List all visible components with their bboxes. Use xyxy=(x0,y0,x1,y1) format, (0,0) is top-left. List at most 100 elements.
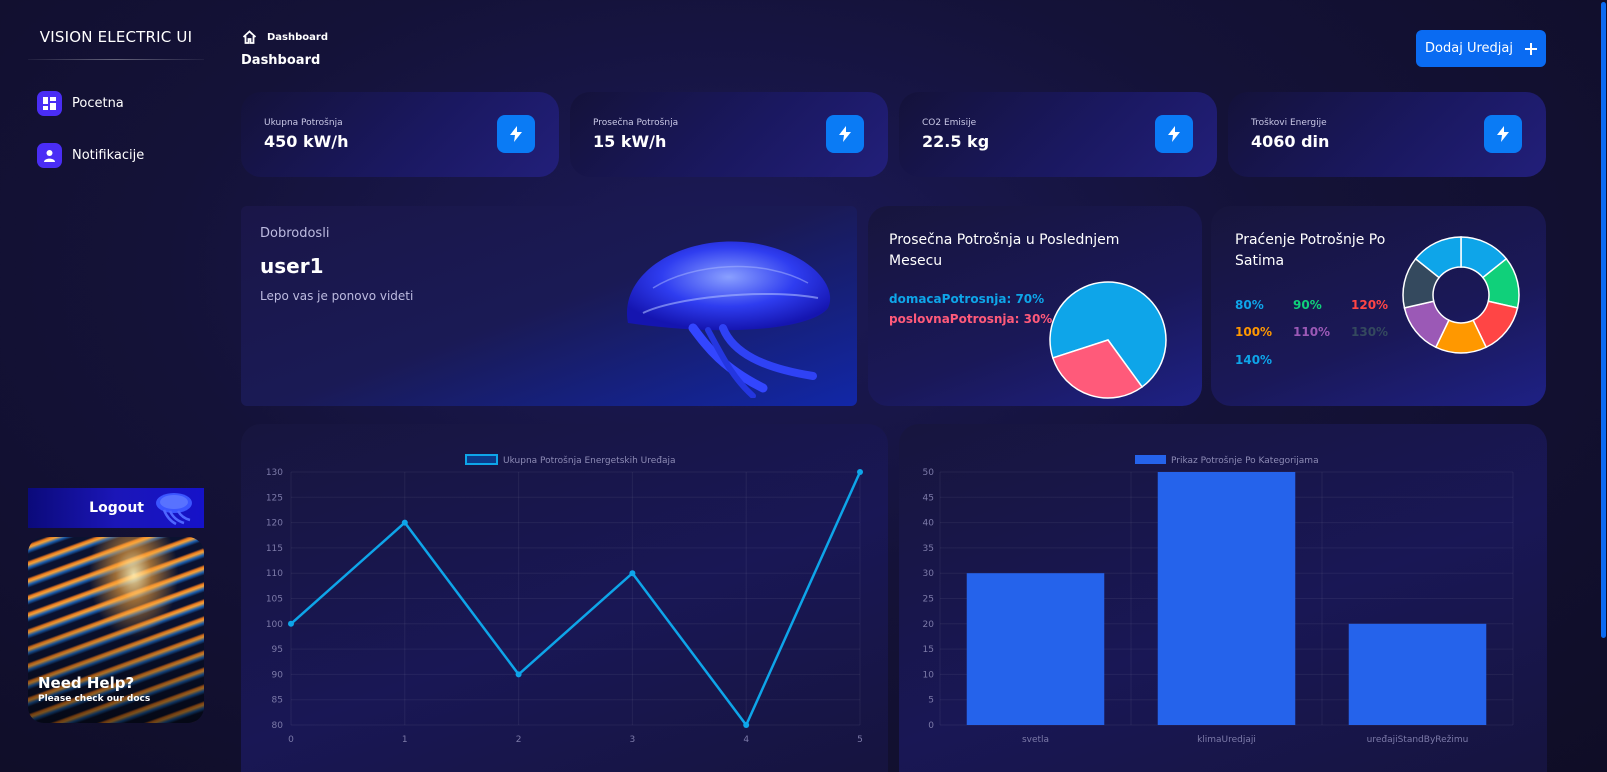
scrollbar-thumb[interactable] xyxy=(1601,2,1606,638)
data-point[interactable] xyxy=(515,671,522,678)
x-tick-label: 2 xyxy=(516,735,522,745)
sidebar-item-notifikacije[interactable]: Notifikacije xyxy=(37,143,144,168)
y-tick-label: 5 xyxy=(928,696,934,706)
bar-chart: 0 5 10 15 20 25 30 35 40 45 50 svetla klimaUredjaji u… xyxy=(923,455,1514,745)
help-card[interactable]: Need Help? Please check our docs xyxy=(28,537,204,723)
legend-label: Prikaz Potrošnje Po Kategorijama xyxy=(1171,455,1319,466)
bolt-icon xyxy=(826,115,864,153)
y-tick-label: 110 xyxy=(266,569,283,579)
legend-item: 130% xyxy=(1351,325,1389,339)
y-tick-label: 45 xyxy=(923,493,934,503)
breadcrumb-current[interactable]: Dashboard xyxy=(267,32,328,43)
y-tick-label: 90 xyxy=(272,670,284,680)
legend-swatch xyxy=(1135,455,1166,464)
stat-value: 4060 din xyxy=(1251,132,1330,151)
line-chart: 80 85 90 95 100 105 110 115 120 125 130 0 1 2 3 4 5 Ukupn… xyxy=(266,454,863,745)
data-point[interactable] xyxy=(288,620,294,627)
bar[interactable] xyxy=(1157,472,1296,725)
y-tick-label: 80 xyxy=(272,721,284,731)
jellyfish-logo-icon xyxy=(156,493,192,526)
sidebar-item-label: Pocetna xyxy=(72,96,124,111)
card-title: Prosečna Potrošnja u Poslednjem Mesecu xyxy=(889,232,1120,269)
data-point[interactable] xyxy=(629,570,636,577)
stat-card-total: Ukupna Potrošnja 450 kW/h xyxy=(241,92,559,177)
average-pie-chart xyxy=(1049,281,1167,399)
legend-item: 120% xyxy=(1351,298,1389,312)
legend-label: Ukupna Potrošnja Energetskih Uređaja xyxy=(503,455,676,466)
stat-card-co2: CO2 Emisije 22.5 kg xyxy=(899,92,1217,177)
x-tick-label: 0 xyxy=(288,735,294,745)
y-tick-label: 95 xyxy=(272,645,283,655)
plus-icon xyxy=(1524,42,1537,55)
hourly-donut-chart xyxy=(1402,236,1520,354)
brand-divider xyxy=(28,59,204,60)
scrollbar[interactable] xyxy=(1599,0,1607,772)
stat-label: Ukupna Potrošnja xyxy=(264,118,343,128)
y-tick-label: 15 xyxy=(923,645,934,655)
x-tick-label: svetla xyxy=(1022,735,1049,745)
data-point[interactable] xyxy=(857,469,863,475)
stat-label: CO2 Emisije xyxy=(922,118,977,128)
x-tick-label: 4 xyxy=(743,735,749,745)
bar[interactable] xyxy=(1348,623,1487,725)
welcome-message: Lepo vas je ponovo videti xyxy=(260,289,414,303)
bolt-icon xyxy=(1484,115,1522,153)
legend-item: 110% xyxy=(1293,325,1331,339)
y-tick-label: 30 xyxy=(923,569,935,579)
welcome-card: Dobrodosli user1 Lepo vas je ponovo vide… xyxy=(241,206,857,406)
y-tick-label: 85 xyxy=(272,696,283,706)
stat-value: 22.5 kg xyxy=(922,132,990,151)
data-point[interactable] xyxy=(401,519,408,526)
sidebar-item-pocetna[interactable]: Pocetna xyxy=(37,91,124,116)
legend-item: 80% xyxy=(1235,298,1264,312)
legend-item: 90% xyxy=(1293,298,1322,312)
legend-item: poslovnaPotrosnja: 30% xyxy=(889,312,1053,326)
line-chart-card: 80 85 90 95 100 105 110 115 120 125 130 0 1 2 3 4 5 Ukupn… xyxy=(241,424,888,772)
legend-swatch xyxy=(465,454,498,465)
page-title: Dashboard xyxy=(241,53,321,68)
dashboard-icon xyxy=(37,91,62,116)
help-subtitle: Please check our docs xyxy=(38,694,151,704)
average-consumption-card: Prosečna Potrošnja u Poslednjem Mesecu d… xyxy=(868,206,1202,406)
x-tick-label: 3 xyxy=(630,735,636,745)
y-tick-label: 20 xyxy=(923,620,935,630)
sidebar-item-label: Notifikacije xyxy=(72,148,145,163)
x-tick-label: klimaUredjaji xyxy=(1197,735,1256,745)
bar-chart-card: 0 5 10 15 20 25 30 35 40 45 50 svetla klimaUredjaji u… xyxy=(899,424,1547,772)
x-tick-label: 5 xyxy=(857,735,863,745)
y-tick-label: 25 xyxy=(923,595,934,605)
logout-button[interactable]: Logout xyxy=(28,488,204,528)
welcome-greeting: Dobrodosli xyxy=(260,226,330,241)
y-tick-label: 40 xyxy=(923,519,935,529)
logout-label: Logout xyxy=(89,500,144,516)
y-tick-label: 10 xyxy=(923,670,935,680)
stat-label: Prosečna Potrošnja xyxy=(593,118,679,128)
y-tick-label: 125 xyxy=(266,493,283,503)
add-device-button[interactable]: Dodaj Uredjaj xyxy=(1416,30,1546,67)
y-tick-label: 105 xyxy=(266,595,283,605)
legend-item: domacaPotrosnja: 70% xyxy=(889,292,1045,306)
stat-card-cost: Troškovi Energije 4060 din xyxy=(1228,92,1546,177)
hourly-consumption-card: Praćenje Potrošnje Po Satima 80% 90% 120% 1… xyxy=(1211,206,1546,406)
x-tick-label: uređajiStandByRežimu xyxy=(1367,735,1469,745)
help-title: Need Help? xyxy=(38,674,135,692)
x-tick-label: 1 xyxy=(402,735,408,745)
brand-title: VISION ELECTRIC UI xyxy=(39,28,193,46)
data-point[interactable] xyxy=(743,722,750,728)
bar[interactable] xyxy=(966,573,1105,725)
breadcrumb: Dashboard xyxy=(242,30,328,44)
card-title: Praćenje Potrošnje Po Satima xyxy=(1235,232,1386,269)
y-tick-label: 115 xyxy=(266,544,283,554)
legend-item: 140% xyxy=(1235,353,1273,367)
jellyfish-image xyxy=(626,241,831,398)
home-icon[interactable] xyxy=(242,30,257,44)
sidebar: VISION ELECTRIC UI Pocetna Notifikacije … xyxy=(0,0,232,772)
bolt-icon xyxy=(497,115,535,153)
y-tick-label: 35 xyxy=(923,544,934,554)
user-icon xyxy=(37,143,62,168)
bolt-icon xyxy=(1155,115,1193,153)
y-tick-label: 50 xyxy=(923,468,935,478)
y-tick-label: 130 xyxy=(266,468,283,478)
y-tick-label: 120 xyxy=(266,519,283,529)
stat-label: Troškovi Energije xyxy=(1251,118,1327,128)
